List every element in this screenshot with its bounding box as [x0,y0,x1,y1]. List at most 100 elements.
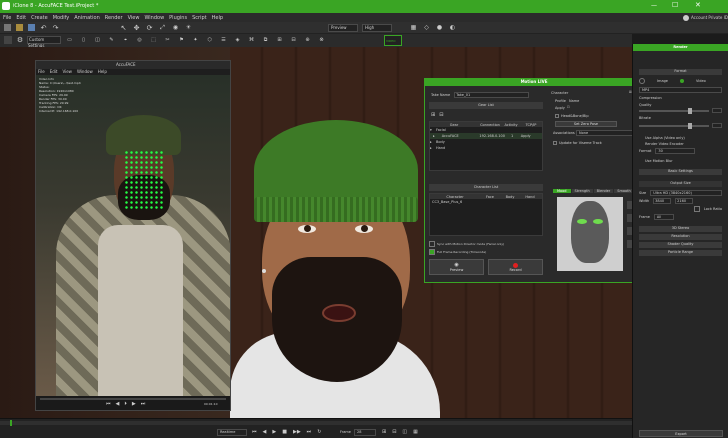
tool-d-icon[interactable]: ✎ [108,36,115,43]
tool-h-icon[interactable]: ✂ [164,36,171,43]
lock-ratio-checkbox[interactable] [693,206,700,212]
custom-settings-dropdown[interactable]: Custom Settings [27,36,61,48]
tool-i-icon[interactable]: ⚑ [178,36,185,43]
preview-quality-dropdown[interactable]: Preview [328,24,358,32]
video-radio[interactable] [679,79,684,83]
tab-strength[interactable]: Strength [571,188,593,193]
tool-b-icon[interactable]: ▯ [80,36,87,43]
light-icon[interactable]: ☀ [185,24,192,31]
apply-icon[interactable]: ⊡ [567,105,570,109]
menu-animation[interactable]: Animation [74,15,100,21]
tool-p-icon[interactable]: ⊞ [276,36,283,43]
close-button[interactable]: ✕ [695,1,701,9]
format-dropdown[interactable]: MP4 [639,87,722,93]
render-quality-dropdown[interactable]: High [362,24,392,32]
timeline-tool-4-icon[interactable]: ▦ [413,429,418,435]
add-gear-icon[interactable]: ⊞ [431,112,435,118]
frame-input[interactable]: 28 [354,429,376,436]
quality-input[interactable] [712,108,722,113]
fps-dropdown[interactable]: 30 [655,148,696,154]
go-start-icon[interactable]: ⏮ [252,429,257,435]
menu-script[interactable]: Script [192,15,207,21]
quality-slider[interactable] [639,107,709,114]
accuface-menu-file[interactable]: File [38,69,45,74]
height-input[interactable]: 2160 [675,198,694,204]
sync-checkbox[interactable] [429,241,435,247]
tool-f-icon[interactable]: ◎ [136,36,143,43]
section-shader-quality[interactable]: Shader Quality [639,242,722,248]
tool-m-icon[interactable]: ◈ [234,36,241,43]
table-row[interactable]: ▸ Hand [430,145,542,151]
tab-blender[interactable]: Blender [593,188,614,193]
section-particle-range[interactable]: Particle Range [639,250,722,256]
prev-icon[interactable]: ⏮ [106,401,111,407]
tool-s-icon[interactable]: ⊗ [318,36,325,43]
hd-video-button[interactable]: VIDEO [384,35,402,46]
take-name-input[interactable]: Take_01 [454,92,530,98]
rewind-icon[interactable]: ◀ [116,401,120,407]
next-icon[interactable]: ⏭ [141,401,146,407]
menu-plugins[interactable]: Plugins [169,15,187,21]
timeline-play-icon[interactable]: ▶ [272,429,276,435]
open-icon[interactable] [16,24,23,31]
account-icon[interactable] [683,15,689,21]
menu-window[interactable]: Window [144,15,164,21]
scale-icon[interactable]: ⤢ [159,24,166,31]
image-radio[interactable] [639,78,645,84]
preview-button[interactable]: ◉ Preview [429,259,484,275]
timeline-scrubber[interactable] [0,420,632,426]
realtime-dropdown[interactable]: Realtime [217,429,247,436]
play-icon[interactable]: ⏵ [124,401,127,407]
menu-modify[interactable]: Modify [53,15,70,21]
new-icon[interactable] [4,24,11,31]
set-zero-pose-button[interactable]: Set Zero Pose [555,121,617,127]
width-input[interactable]: 3840 [653,198,672,204]
tool-g-icon[interactable]: ⬚ [150,36,157,43]
section-3d-stereo[interactable]: 3D Stereo [639,226,722,232]
menu-edit[interactable]: Edit [16,15,26,21]
grid-icon[interactable]: ▦ [410,24,417,31]
output-size-dropdown[interactable]: Ultra HD (3840x2160) [650,190,722,196]
tool-o-icon[interactable]: ⧉ [262,36,269,43]
tool-e-icon[interactable]: ⌖ [122,36,129,43]
camera-icon[interactable]: ◉ [172,24,179,31]
tool-a-icon[interactable]: ▭ [66,36,73,43]
menu-create[interactable]: Create [31,15,48,21]
timeline-tool-3-icon[interactable]: ◫ [402,429,407,435]
light-toggle-icon[interactable]: ◐ [449,24,456,31]
save-icon[interactable] [28,24,35,31]
menu-file[interactable]: File [3,15,11,21]
minimize-button[interactable]: — [651,2,657,9]
select-icon[interactable]: ↖ [120,24,127,32]
rotate-icon[interactable]: ⟳ [146,24,153,32]
tool-icon[interactable] [4,36,12,44]
next-frame-icon[interactable]: ▶▶ [293,429,301,435]
redo-icon[interactable]: ↷ [52,24,59,32]
maximize-button[interactable]: ☐ [672,1,678,9]
full-frame-checkbox[interactable] [429,249,435,255]
export-button[interactable]: Export [639,430,723,437]
viseme-checkbox[interactable] [553,141,557,145]
move-icon[interactable]: ✥ [133,24,140,32]
frame-dropdown[interactable]: All [653,214,674,220]
head-checkbox[interactable] [555,114,559,118]
menu-render[interactable]: Render [105,15,123,21]
accuface-menu-view[interactable]: View [62,69,72,74]
timeline-tool-1-icon[interactable]: ⊞ [382,429,386,435]
undo-icon[interactable]: ↶ [40,24,47,32]
accuface-menu-help[interactable]: Help [98,69,107,74]
tab-mood[interactable]: Mood [553,188,571,193]
accuface-menu-edit[interactable]: Edit [50,69,58,74]
section-resolution[interactable]: Resolution [639,234,722,240]
tool-l-icon[interactable]: ☰ [220,36,227,43]
associations-dropdown[interactable]: None [576,130,638,136]
wire-icon[interactable]: ◇ [423,24,430,31]
stop-icon[interactable]: ■ [282,429,287,435]
menu-view[interactable]: View [128,15,140,21]
tool-c-icon[interactable]: ◫ [94,36,101,43]
tool-q-icon[interactable]: ⊟ [290,36,297,43]
loop-icon[interactable]: ↻ [317,429,321,435]
bitrate-slider[interactable] [639,122,709,129]
accuface-progress[interactable] [40,398,226,400]
tool-r-icon[interactable]: ⊕ [304,36,311,43]
